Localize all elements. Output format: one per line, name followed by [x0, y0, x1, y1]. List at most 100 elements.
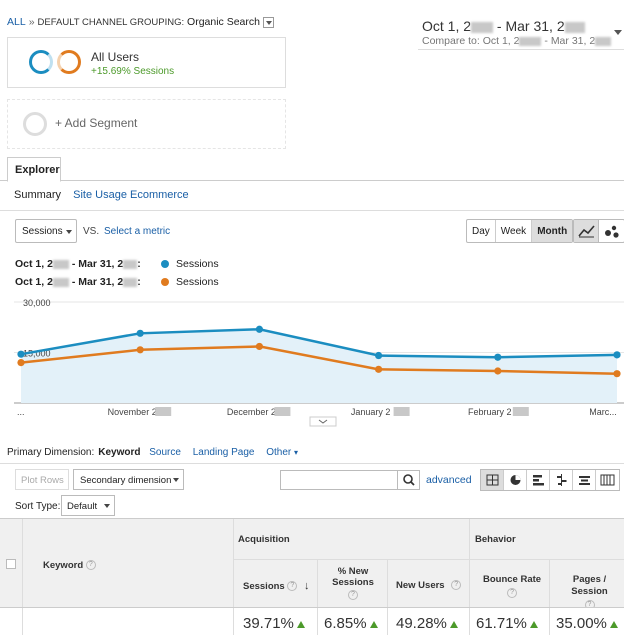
redacted-year: [52, 259, 69, 269]
dimension-landing-page[interactable]: Landing Page: [193, 447, 255, 458]
breadcrumb-all-link[interactable]: ALL: [7, 16, 26, 28]
x-tick-label: Marc...: [589, 407, 617, 417]
sort-type-value: Default: [67, 501, 98, 512]
total-sessions-value: 39.71%: [243, 615, 294, 632]
subtab-site-usage[interactable]: Site Usage: [73, 189, 127, 201]
col-divider: [549, 608, 550, 635]
data-point-0: [375, 351, 383, 360]
tab-explorer[interactable]: Explorer: [7, 157, 61, 182]
performance-icon[interactable]: [527, 470, 550, 490]
caret-down-icon: [66, 230, 72, 234]
keyword-header[interactable]: Keyword ?: [43, 560, 96, 571]
day-button[interactable]: Day: [467, 220, 496, 242]
pivot-icon[interactable]: [596, 470, 619, 490]
col-divider: [317, 608, 318, 635]
select-all-checkbox[interactable]: [6, 559, 16, 569]
segment-compare-ring-icon: [57, 50, 81, 74]
date-range-picker[interactable]: Oct 1, 2 - Mar 31, 2 Compare to: Oct 1, …: [418, 12, 624, 50]
data-point-0: [613, 351, 621, 359]
data-point-0: [494, 353, 502, 361]
search-icon[interactable]: [397, 470, 419, 490]
date-dash: -: [496, 18, 502, 34]
new-users-header-label: New Users: [396, 580, 445, 591]
x-tick-label: January 2: [351, 407, 391, 417]
date-start: Oct 1, 2: [422, 18, 472, 34]
caret-down-icon: [104, 504, 110, 508]
compare-dash: -: [544, 35, 548, 47]
pages-session-header[interactable]: Pages / Session?: [555, 574, 624, 611]
month-button[interactable]: Month: [532, 220, 573, 242]
breadcrumb: ALL» DEFAULT CHANNEL GROUPING: Organic Se…: [7, 16, 274, 28]
tab-divider: [0, 180, 624, 181]
redacted-year: [393, 407, 410, 416]
redacted-year: [274, 407, 291, 416]
comparison-icon[interactable]: [550, 470, 573, 490]
help-icon[interactable]: ?: [287, 581, 298, 592]
table-search-input[interactable]: [280, 470, 420, 490]
up-arrow-icon: [369, 620, 378, 628]
term-cloud-icon[interactable]: [573, 470, 596, 490]
segment-ring-icon: [29, 50, 53, 74]
redacted-year: [123, 277, 138, 287]
segment-card[interactable]: All Users +15.69% Sessions: [7, 37, 286, 88]
subtabs: Summary Site Usage Ecommerce: [14, 189, 189, 201]
data-point-0: [17, 350, 25, 358]
sessions-header[interactable]: Sessions ? ↓: [243, 580, 310, 592]
new-sessions-header-label: % New Sessions: [332, 566, 374, 588]
segment-change: +15.69% Sessions: [91, 66, 175, 77]
x-tick-label: November 2: [108, 407, 157, 417]
data-point-1: [494, 367, 502, 375]
dimension-keyword[interactable]: Keyword: [98, 447, 140, 458]
dimension-other-label: Other: [266, 447, 292, 458]
pie-chart-icon[interactable]: [504, 470, 527, 490]
legend-row-1: Oct 1, 2 - Mar 31, 2: Sessions: [15, 258, 219, 270]
help-icon[interactable]: ?: [507, 588, 518, 598]
select-metric-link[interactable]: Select a metric: [104, 226, 170, 237]
secondary-dimension-select[interactable]: Secondary dimension: [73, 469, 184, 490]
total-pages-session-value: 35.00%: [556, 615, 607, 632]
legend-series-name: Sessions: [176, 258, 219, 270]
bounce-rate-header-label: Bounce Rate: [483, 574, 542, 585]
plot-rows-button[interactable]: Plot Rows: [15, 469, 69, 490]
divider: [0, 210, 624, 211]
motion-chart-icon[interactable]: [599, 220, 624, 242]
week-button[interactable]: Week: [496, 220, 533, 242]
breadcrumb-dimension: DEFAULT CHANNEL GROUPING:: [37, 17, 185, 28]
line-chart-icon[interactable]: [574, 220, 599, 242]
subtab-summary[interactable]: Summary: [14, 189, 61, 201]
chevron-down-icon[interactable]: [614, 30, 622, 35]
dimension-other[interactable]: Other ▾: [266, 447, 298, 458]
chart-type-buttons: [573, 219, 624, 243]
add-segment-button[interactable]: + Add Segment: [7, 99, 286, 149]
dimension-source[interactable]: Source: [149, 447, 181, 458]
help-icon[interactable]: ?: [348, 590, 358, 600]
keyword-header-label: Keyword: [43, 560, 84, 571]
segment-name: All Users: [91, 50, 140, 64]
advanced-link[interactable]: advanced: [426, 474, 472, 486]
sort-type-label: Sort Type:: [15, 501, 61, 512]
new-sessions-header[interactable]: % New Sessions?: [329, 566, 377, 600]
total-pages-session: 35.00%: [556, 615, 618, 632]
granularity-buttons: Day Week Month: [466, 219, 574, 243]
new-users-header[interactable]: New Users ?: [396, 580, 462, 591]
help-icon[interactable]: ?: [451, 580, 462, 591]
total-sessions: 39.71%: [243, 615, 305, 632]
metric-select[interactable]: Sessions: [15, 219, 77, 243]
bounce-rate-header[interactable]: Bounce Rate?: [483, 574, 541, 599]
data-point-0: [136, 329, 144, 337]
help-icon[interactable]: ?: [85, 560, 96, 571]
date-range-main: Oct 1, 2 - Mar 31, 2: [422, 18, 585, 34]
sessions-line-chart: 30,00015,000... November 2 December 2 Janua…: [14, 298, 624, 427]
subtab-ecommerce[interactable]: Ecommerce: [130, 189, 189, 201]
redacted-year: [52, 277, 69, 287]
redacted-year: [512, 407, 529, 416]
legend-dot-icon: [161, 260, 169, 268]
breadcrumb-dropdown-icon[interactable]: [262, 16, 274, 28]
sort-type-select[interactable]: Default: [61, 495, 115, 516]
legend-range-end: Mar 31, 2: [78, 258, 124, 270]
data-table-icon[interactable]: [481, 470, 504, 490]
caret-down-icon: ▾: [294, 448, 299, 457]
up-arrow-icon: [529, 620, 538, 628]
add-segment-label: + Add Segment: [55, 116, 138, 130]
date-end: Mar 31, 2: [505, 18, 565, 34]
